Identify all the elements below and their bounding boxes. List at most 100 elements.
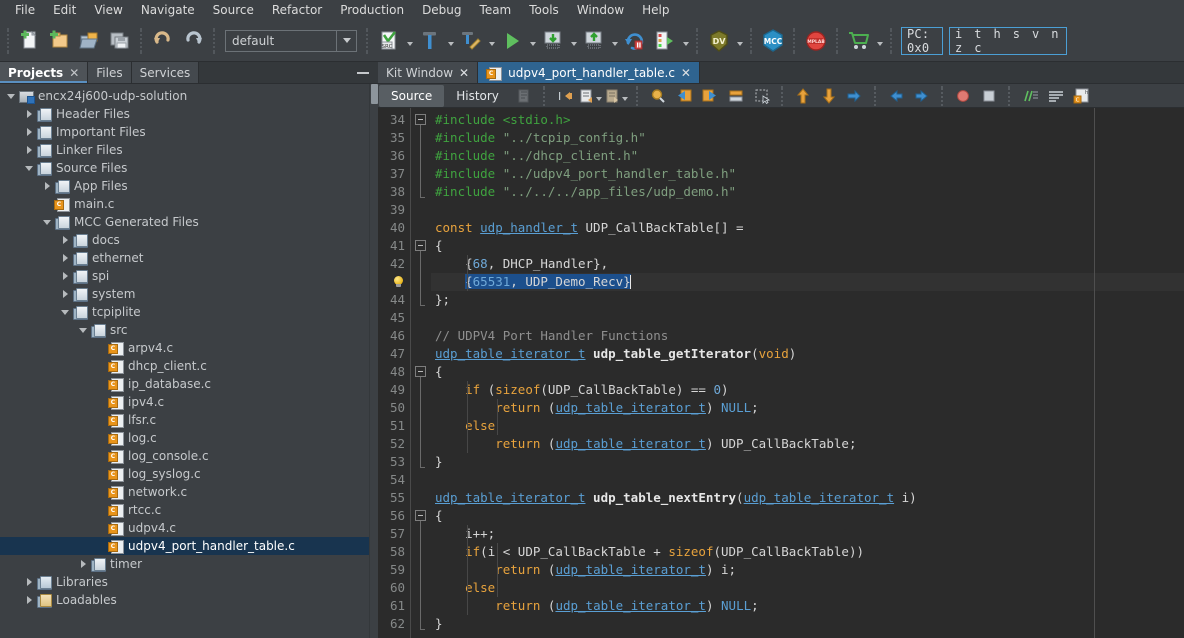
debug-project-icon[interactable] bbox=[650, 26, 680, 56]
left-tab-services[interactable]: Services bbox=[131, 62, 200, 83]
toolbar-grip-6[interactable] bbox=[748, 27, 755, 54]
tree-file-item[interactable]: rtcc.c bbox=[0, 501, 378, 519]
tree-file-item[interactable]: log.c bbox=[0, 429, 378, 447]
minimize-icon[interactable] bbox=[357, 71, 369, 74]
tree-folder-item[interactable]: Header Files bbox=[0, 105, 378, 123]
tree-file-item[interactable]: arpv4.c bbox=[0, 339, 378, 357]
next-edit-icon[interactable] bbox=[909, 85, 935, 107]
editor-tab[interactable]: udpv4_port_handler_table.c ✕ bbox=[478, 62, 700, 83]
menu-item-view[interactable]: View bbox=[85, 1, 131, 19]
tree-file-item[interactable]: log_console.c bbox=[0, 447, 378, 465]
tree-file-item[interactable]: lfsr.c bbox=[0, 411, 378, 429]
menu-item-help[interactable]: Help bbox=[633, 1, 678, 19]
code-line[interactable]: return (udp_table_iterator_t) UDP_CallBa… bbox=[431, 435, 1184, 453]
code-text-area[interactable]: #include <stdio.h> #include "../tcpip_con… bbox=[431, 108, 1184, 638]
toggle-line-wrap-icon[interactable] bbox=[1043, 85, 1069, 107]
fold-toggle-nextentry[interactable] bbox=[415, 510, 426, 521]
tree-folder-item[interactable]: Important Files bbox=[0, 123, 378, 141]
new-file-icon[interactable] bbox=[15, 26, 45, 56]
collapse-arrow-icon[interactable] bbox=[22, 165, 36, 171]
code-line[interactable] bbox=[431, 471, 1184, 489]
tree-folder-item[interactable]: docs bbox=[0, 231, 378, 249]
expand-arrow-icon[interactable] bbox=[22, 146, 36, 154]
toggle-rectangular-selection-icon[interactable] bbox=[749, 85, 775, 107]
code-line[interactable]: {68, DHCP_Handler}, bbox=[431, 255, 1184, 273]
toolbar-grip-9[interactable] bbox=[888, 27, 895, 54]
tree-folder-item[interactable]: Source Files bbox=[0, 159, 378, 177]
previous-bookmark-icon[interactable] bbox=[671, 85, 697, 107]
scrollbar-thumb[interactable] bbox=[371, 84, 378, 104]
lightbulb-icon[interactable] bbox=[393, 276, 404, 288]
toolbar-grip-4[interactable] bbox=[364, 27, 371, 54]
code-line[interactable]: const udp_handler_t UDP_CallBackTable[] … bbox=[431, 219, 1184, 237]
fold-toggle-getiterator[interactable] bbox=[415, 366, 426, 377]
expand-arrow-icon[interactable] bbox=[58, 290, 72, 298]
menu-item-edit[interactable]: Edit bbox=[44, 1, 85, 19]
toolbar-grip-7[interactable] bbox=[791, 27, 798, 54]
redo-icon[interactable] bbox=[178, 26, 208, 56]
previous-edit-icon[interactable] bbox=[883, 85, 909, 107]
cart-dropdown-arrow[interactable] bbox=[874, 27, 885, 55]
toolbar-grip-5[interactable] bbox=[694, 27, 701, 54]
pc-register-field[interactable]: PC: 0x0 bbox=[901, 26, 943, 55]
code-line[interactable]: udp_table_iterator_t udp_table_getIterat… bbox=[431, 345, 1184, 363]
code-line[interactable]: #include <stdio.h> bbox=[431, 111, 1184, 129]
code-line[interactable]: }; bbox=[431, 291, 1184, 309]
build-src-icon[interactable]: SRC bbox=[374, 26, 404, 56]
menu-item-source[interactable]: Source bbox=[204, 1, 263, 19]
expand-arrow-icon[interactable] bbox=[76, 560, 90, 568]
find-selection-icon[interactable] bbox=[645, 85, 671, 107]
code-line[interactable]: if (sizeof(UDP_CallBackTable) == 0) bbox=[431, 381, 1184, 399]
tree-folder-item[interactable]: Loadables bbox=[0, 591, 378, 609]
tree-folder-item[interactable]: Libraries bbox=[0, 573, 378, 591]
code-line[interactable]: { bbox=[431, 363, 1184, 381]
program-dropdown-arrow[interactable] bbox=[568, 27, 579, 55]
status-flags-field[interactable]: i t h s v n z c bbox=[949, 26, 1067, 55]
previous-error-icon[interactable] bbox=[790, 85, 816, 107]
fold-toggle-table[interactable] bbox=[415, 240, 426, 251]
menu-item-debug[interactable]: Debug bbox=[413, 1, 470, 19]
hold-in-reset-icon[interactable] bbox=[620, 26, 650, 56]
stop-icon[interactable] bbox=[976, 85, 1002, 107]
toolbar-grip[interactable] bbox=[5, 27, 12, 54]
code-line[interactable]: // UDPV4 Port Handler Functions bbox=[431, 327, 1184, 345]
code-line[interactable]: if(i < UDP_CallBackTable + sizeof(UDP_Ca… bbox=[431, 543, 1184, 561]
shift-line-right-icon[interactable] bbox=[842, 85, 868, 107]
tree-file-item[interactable]: network.c bbox=[0, 483, 378, 501]
toolbar-grip-2[interactable] bbox=[138, 27, 145, 54]
expand-arrow-icon[interactable] bbox=[22, 110, 36, 118]
tree-folder-item[interactable]: Linker Files bbox=[0, 141, 378, 159]
tree-file-item[interactable]: ipv4.c bbox=[0, 393, 378, 411]
program-device-icon[interactable] bbox=[538, 26, 568, 56]
collapse-arrow-icon[interactable] bbox=[76, 327, 90, 333]
configuration-dropdown[interactable]: default bbox=[225, 29, 357, 52]
tree-folder-item[interactable]: tcpiplite bbox=[0, 303, 378, 321]
code-line[interactable] bbox=[431, 201, 1184, 219]
mcc-icon[interactable]: MCC bbox=[758, 26, 788, 56]
tree-file-item[interactable]: udpv4.c bbox=[0, 519, 378, 537]
store-cart-icon[interactable] bbox=[844, 26, 874, 56]
debug-dropdown-arrow[interactable] bbox=[680, 27, 691, 55]
comment-block-icon[interactable] bbox=[604, 85, 630, 107]
expand-arrow-icon[interactable] bbox=[22, 128, 36, 136]
code-folding-column[interactable] bbox=[411, 108, 431, 638]
menu-item-refactor[interactable]: Refactor bbox=[263, 1, 331, 19]
expand-arrow-icon[interactable] bbox=[22, 578, 36, 586]
chevron-down-icon[interactable] bbox=[336, 30, 356, 51]
close-icon[interactable]: ✕ bbox=[69, 67, 79, 79]
read-dropdown-arrow[interactable] bbox=[609, 27, 620, 55]
data-visualizer-icon[interactable]: DV bbox=[704, 26, 734, 56]
expand-arrow-icon[interactable] bbox=[58, 254, 72, 262]
tree-file-item[interactable]: ip_database.c bbox=[0, 375, 378, 393]
tab-source[interactable]: Source bbox=[379, 84, 445, 107]
toolbar-grip-8[interactable] bbox=[834, 27, 841, 54]
tree-folder-item[interactable]: timer bbox=[0, 555, 378, 573]
collapse-arrow-icon[interactable] bbox=[4, 93, 18, 99]
left-tab-projects[interactable]: Projects ✕ bbox=[0, 62, 89, 83]
tree-file-item[interactable]: main.c bbox=[0, 195, 378, 213]
read-device-icon[interactable] bbox=[579, 26, 609, 56]
save-all-icon[interactable] bbox=[105, 26, 135, 56]
code-line[interactable] bbox=[431, 309, 1184, 327]
run-project-icon[interactable] bbox=[497, 26, 527, 56]
toggle-highlight-icon[interactable] bbox=[1017, 85, 1043, 107]
